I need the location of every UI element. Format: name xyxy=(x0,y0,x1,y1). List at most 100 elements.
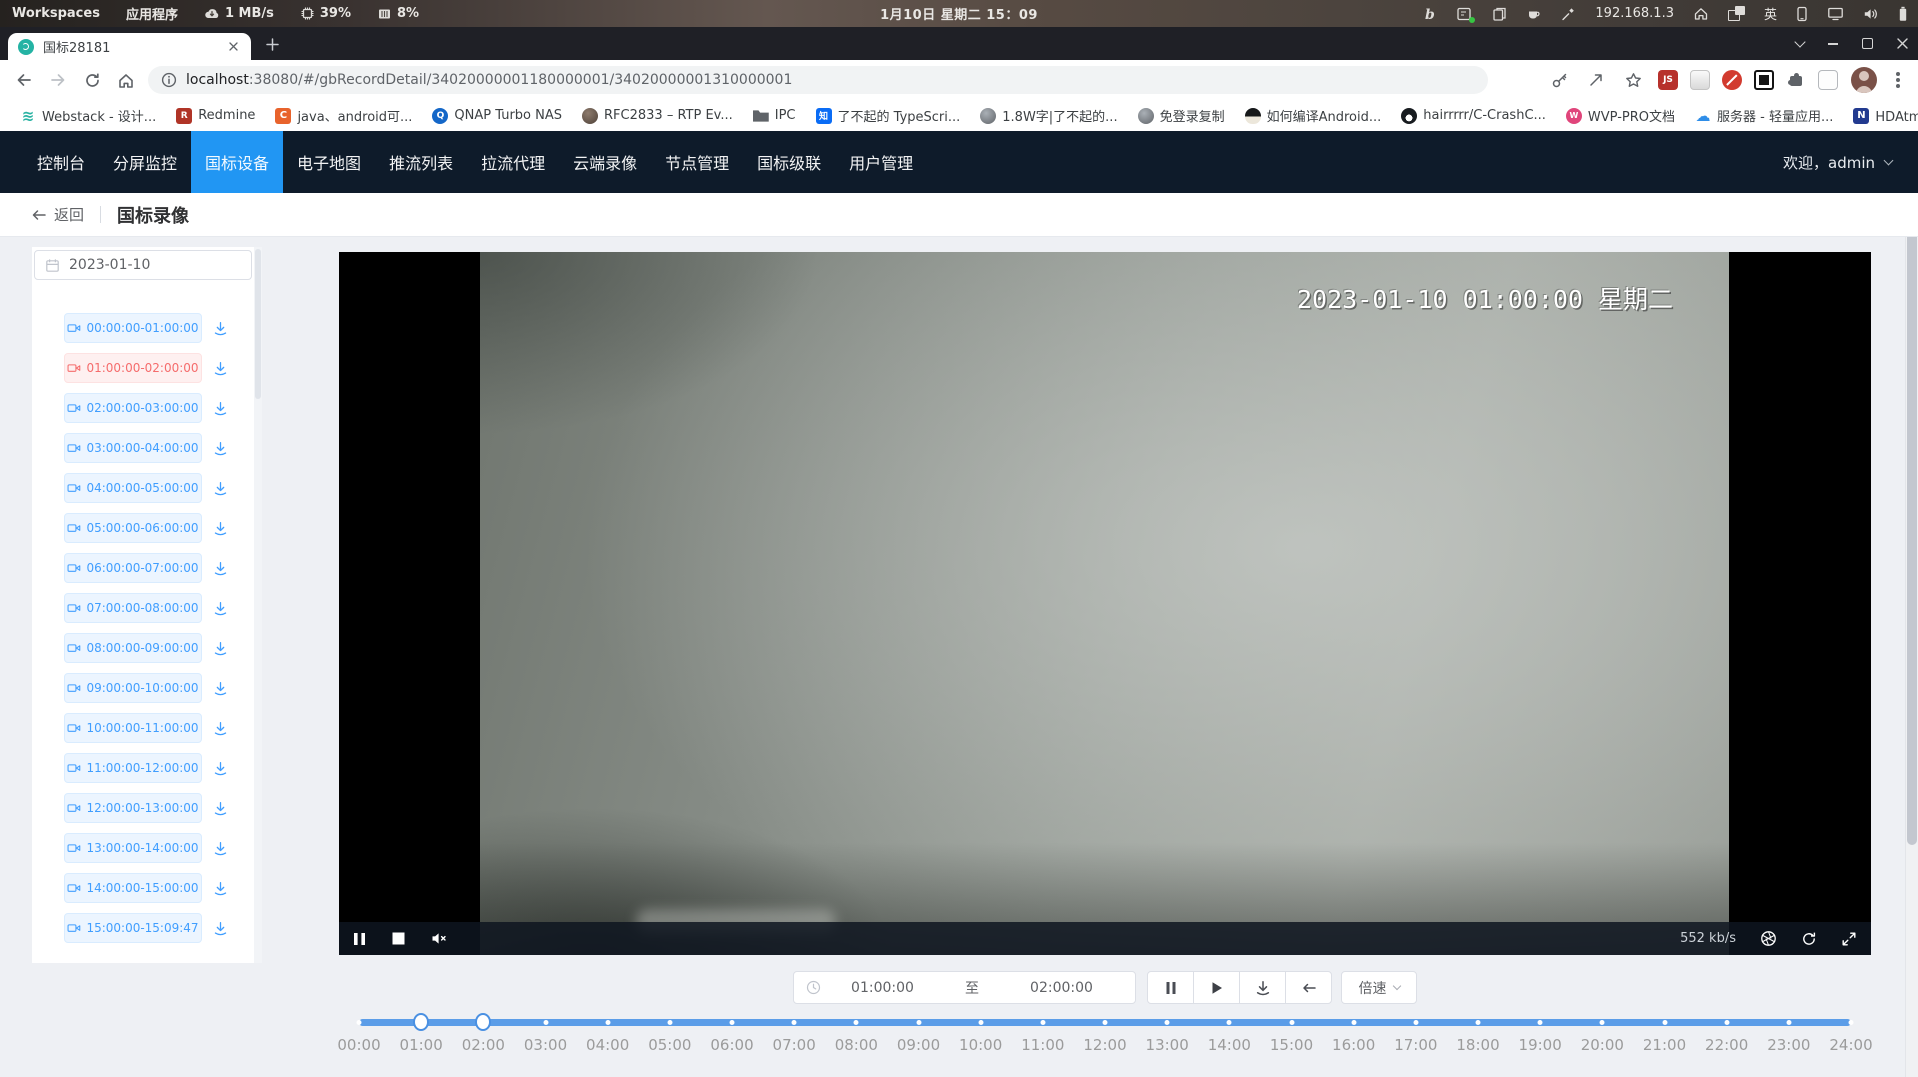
segment-download-button[interactable] xyxy=(209,917,231,939)
page-scrollbar[interactable] xyxy=(1905,237,1918,1077)
timeline-track-area[interactable]: 00:0001:0002:0003:0004:0005:0006:0007:00… xyxy=(359,1007,1851,1059)
bookmark-item[interactable]: WWVP-PRO文档 xyxy=(1558,104,1683,128)
time-range-picker[interactable]: 01:00:00 至 02:00:00 xyxy=(793,971,1136,1004)
segment-download-button[interactable] xyxy=(209,877,231,899)
segment-button[interactable]: 07:00:00-08:00:00 xyxy=(64,593,202,623)
player-mute-button[interactable] xyxy=(431,932,448,945)
volume-icon[interactable] xyxy=(1863,7,1879,21)
nav-item-6[interactable]: 拉流代理 xyxy=(467,131,559,193)
download-button[interactable] xyxy=(1239,971,1286,1004)
nav-item-10[interactable]: 用户管理 xyxy=(835,131,927,193)
coffee-cup-icon[interactable] xyxy=(1526,6,1542,22)
new-tab-button[interactable] xyxy=(259,31,285,57)
browser-menu-icon[interactable] xyxy=(1896,78,1900,82)
nav-item-4[interactable]: 电子地图 xyxy=(283,131,375,193)
segment-button[interactable]: 08:00:00-09:00:00 xyxy=(64,633,202,663)
clock-indicator[interactable]: 1月10日 星期二 15：09 xyxy=(880,4,1038,23)
segment-button[interactable]: 15:00:00-15:09:47 xyxy=(64,913,202,943)
player-refresh-button[interactable] xyxy=(1801,931,1817,947)
url-bar[interactable]: localhost:38080/#/gbRecordDetail/3402000… xyxy=(148,66,1488,94)
bookmark-star-icon[interactable] xyxy=(1621,68,1645,92)
window-switcher-icon[interactable] xyxy=(1728,6,1745,21)
player-pause-button[interactable] xyxy=(353,932,366,946)
puzzle-extension-icon[interactable] xyxy=(1786,70,1806,90)
segment-download-button[interactable] xyxy=(209,837,231,859)
bookmark-item[interactable]: ☁服务器 - 轻量应用... xyxy=(1687,104,1841,128)
phone-link-icon[interactable] xyxy=(1796,6,1808,22)
sidebar-scrollbar[interactable] xyxy=(254,247,262,963)
battery-icon[interactable] xyxy=(1898,6,1908,22)
timeline-handle[interactable] xyxy=(413,1013,429,1031)
segment-download-button[interactable] xyxy=(209,597,231,619)
nav-item-1[interactable]: 控制台 xyxy=(23,131,99,193)
segment-button[interactable]: 03:00:00-04:00:00 xyxy=(64,433,202,463)
bookmark-item[interactable]: NHDAtmos :: 种子 *... xyxy=(1845,104,1918,128)
snapshot-button[interactable] xyxy=(1760,930,1777,947)
site-info-icon[interactable] xyxy=(161,72,177,88)
password-key-icon[interactable] xyxy=(1547,68,1571,92)
scrollbar-thumb[interactable] xyxy=(1907,237,1917,845)
nav-item-8[interactable]: 节点管理 xyxy=(651,131,743,193)
clipboard-copy-icon[interactable] xyxy=(1492,6,1507,22)
segment-download-button[interactable] xyxy=(209,317,231,339)
nav-item-9[interactable]: 国标级联 xyxy=(743,131,835,193)
segment-download-button[interactable] xyxy=(209,757,231,779)
bookmark-item[interactable]: 免登录复制 xyxy=(1130,104,1233,128)
bookmark-item[interactable]: RFC2833 – RTP Ev... xyxy=(574,104,741,128)
window-close-icon[interactable] xyxy=(1897,38,1908,49)
forward-button[interactable] xyxy=(46,68,70,92)
segment-download-button[interactable] xyxy=(209,557,231,579)
segment-button[interactable]: 10:00:00-11:00:00 xyxy=(64,713,202,743)
bookmark-item[interactable]: hairrrrr/C-CrashC... xyxy=(1393,104,1554,128)
player-stop-button[interactable] xyxy=(392,932,405,945)
workspaces-button[interactable]: Workspaces xyxy=(12,6,100,21)
segment-download-button[interactable] xyxy=(209,397,231,419)
segment-download-button[interactable] xyxy=(209,637,231,659)
segment-button[interactable]: 04:00:00-05:00:00 xyxy=(64,473,202,503)
input-method-indicator[interactable]: 英 xyxy=(1764,4,1777,23)
segment-download-button[interactable] xyxy=(209,437,231,459)
app-indicator-icon[interactable] xyxy=(1456,6,1473,22)
window-maximize-icon[interactable] xyxy=(1862,38,1873,49)
range-start-input[interactable]: 01:00:00 xyxy=(821,980,944,996)
bookmark-item[interactable]: Cjava、android可... xyxy=(267,104,420,128)
frame-extension-icon[interactable] xyxy=(1754,70,1774,90)
segment-button[interactable]: 05:00:00-06:00:00 xyxy=(64,513,202,543)
playback-speed-dropdown[interactable]: 倍速 xyxy=(1341,971,1417,1004)
reload-button[interactable] xyxy=(80,68,104,92)
bookmark-item[interactable]: 知了不起的 TypeScri... xyxy=(808,104,969,128)
segment-button[interactable]: 06:00:00-07:00:00 xyxy=(64,553,202,583)
segment-download-button[interactable] xyxy=(209,477,231,499)
segment-download-button[interactable] xyxy=(209,677,231,699)
tab-close-icon[interactable] xyxy=(225,39,241,55)
nav-item-3[interactable]: 国标设备 xyxy=(191,131,283,193)
segment-button[interactable]: 13:00:00-14:00:00 xyxy=(64,833,202,863)
segment-download-button[interactable] xyxy=(209,357,231,379)
user-menu[interactable]: 欢迎，admin xyxy=(1783,152,1892,173)
back-button[interactable] xyxy=(12,68,36,92)
ip-indicator[interactable]: 192.168.1.3 xyxy=(1595,6,1674,21)
segment-button[interactable]: 02:00:00-03:00:00 xyxy=(64,393,202,423)
adblock-extension-icon[interactable] xyxy=(1722,70,1742,90)
timeline-handle[interactable] xyxy=(475,1013,491,1031)
bookmark-item[interactable]: 如何编译Android... xyxy=(1237,104,1390,128)
nav-item-5[interactable]: 推流列表 xyxy=(375,131,467,193)
play-button[interactable] xyxy=(1193,971,1240,1004)
download-extension-icon[interactable] xyxy=(1690,70,1710,90)
applications-button[interactable]: 应用程序 xyxy=(126,4,178,23)
nav-item-7[interactable]: 云端录像 xyxy=(559,131,651,193)
video-player[interactable]: 2023-01-10 01:00:00 星期二 552 kb/s xyxy=(339,252,1871,955)
bookmark-item[interactable]: RRedmine xyxy=(168,104,263,128)
date-picker[interactable]: 2023-01-10 xyxy=(34,250,252,280)
color-picker-icon[interactable] xyxy=(1561,6,1576,21)
window-minimize-icon[interactable] xyxy=(1828,43,1838,45)
home-icon[interactable] xyxy=(1693,6,1709,21)
segment-button[interactable]: 00:00:00-01:00:00 xyxy=(64,313,202,343)
segment-button[interactable]: 01:00:00-02:00:00 xyxy=(64,353,202,383)
bookmark-item[interactable]: IPC xyxy=(745,104,804,128)
js-extension-icon[interactable]: JS xyxy=(1658,70,1678,90)
bookmark-item[interactable]: 1.8W字|了不起的... xyxy=(972,104,1125,128)
fullscreen-button[interactable] xyxy=(1841,931,1857,947)
pause-button[interactable] xyxy=(1147,971,1194,1004)
segment-download-button[interactable] xyxy=(209,797,231,819)
